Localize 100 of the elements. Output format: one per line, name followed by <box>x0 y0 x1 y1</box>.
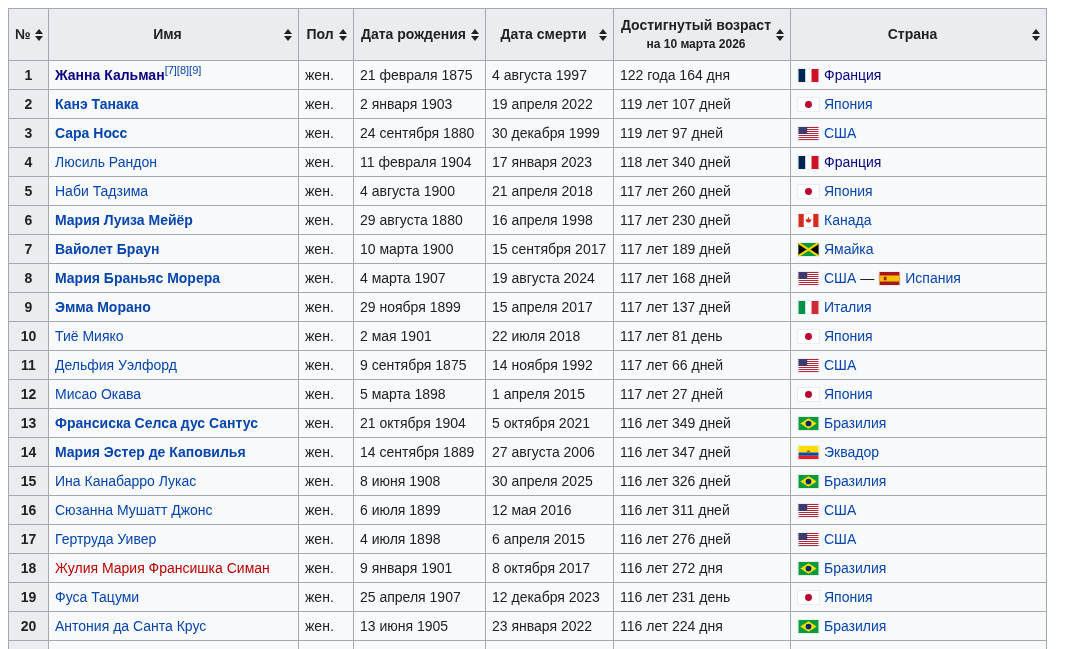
person-link[interactable]: Люсиль Рандон <box>55 153 157 170</box>
sex-cell: жен. <box>298 263 354 293</box>
sex-cell: жен. <box>298 147 354 177</box>
birth-date-cell: 29 августа 1880 <box>353 205 486 235</box>
country-link[interactable]: США <box>824 122 857 144</box>
rank-cell: 1 <box>8 60 49 90</box>
person-link[interactable]: Гертруда Уивер <box>55 530 157 547</box>
sex-cell: жен. <box>298 205 354 235</box>
column-header[interactable]: Пол <box>298 8 354 61</box>
rank-cell: 7 <box>8 234 49 264</box>
country-link[interactable]: Япония <box>824 586 873 608</box>
sort-icon[interactable] <box>776 28 784 41</box>
country-link[interactable]: Испания <box>905 267 961 289</box>
death-date-cell: 12 декабря 2023 <box>485 582 614 612</box>
sex-cell: жен. <box>298 495 354 525</box>
sort-icon[interactable] <box>1032 28 1040 41</box>
person-link[interactable]: Жанна Кальман <box>55 66 165 83</box>
person-link[interactable]: Мисао Окава <box>55 385 142 402</box>
reference-link[interactable]: [7] <box>164 64 177 77</box>
birth-date-cell: 29 ноября 1899 <box>353 292 486 322</box>
person-link[interactable]: Дельфия Уэлфорд <box>55 356 177 373</box>
birth-date-cell: 21 октября 1904 <box>353 408 486 438</box>
rank-cell: 16 <box>8 495 49 525</box>
person-link[interactable]: Наби Тадзима <box>55 182 149 199</box>
person-link[interactable]: Сюзанна Мушатт Джонс <box>55 501 213 518</box>
country-link[interactable]: Япония <box>824 383 873 405</box>
age-cell: 117 лет 27 дней <box>613 379 791 409</box>
sort-icon[interactable] <box>284 28 292 41</box>
rank-cell: 3 <box>8 118 49 148</box>
sex-cell: жен. <box>298 60 354 90</box>
sort-icon[interactable] <box>339 28 347 41</box>
column-header[interactable]: № <box>8 8 49 61</box>
person-link[interactable]: Антония да Санта Крус <box>55 617 207 634</box>
country-link[interactable]: Япония <box>824 180 873 202</box>
rank-cell: 17 <box>8 524 49 554</box>
sort-icon[interactable] <box>34 28 43 41</box>
birth-date-cell: 21 февраля 1875 <box>353 60 486 90</box>
reference-link[interactable]: [9] <box>189 64 202 77</box>
country-link[interactable]: Бразилия <box>824 557 887 579</box>
sex-cell: жен. <box>298 234 354 264</box>
death-date-cell: 22 июля 2018 <box>485 321 614 351</box>
country-link[interactable]: США <box>824 354 857 376</box>
person-link[interactable]: Ина Канабарро Лукас <box>55 472 197 489</box>
country-link[interactable]: Ямайка <box>824 238 874 260</box>
person-link[interactable]: Эмма Морано <box>55 298 151 315</box>
birth-date-cell: 4 марта 1907 <box>353 263 486 293</box>
separator-dash: — <box>860 268 875 288</box>
age-cell: 116 лет 224 дня <box>613 611 791 641</box>
age-cell: 117 лет 66 дней <box>613 350 791 380</box>
column-header[interactable]: Дата рождения <box>353 8 486 61</box>
column-header[interactable]: Страна <box>790 8 1047 61</box>
country-link[interactable]: Эквадор <box>824 441 879 463</box>
age-cell: 122 года 164 дня <box>613 60 791 90</box>
sex-cell: жен. <box>298 524 354 554</box>
person-link[interactable]: Сара Носс <box>55 124 128 141</box>
death-date-cell: 1 апреля 2015 <box>485 379 614 409</box>
sex-cell: жен. <box>298 582 354 612</box>
country-link[interactable]: США <box>824 528 857 550</box>
birth-date-cell: 6 июля 1899 <box>353 495 486 525</box>
person-link[interactable]: Фуса Тацуми <box>55 588 140 605</box>
person-link[interactable]: Мария Эстер де Каповилья <box>55 443 246 460</box>
column-header[interactable]: Дата смерти <box>485 8 614 61</box>
birth-date-cell: 25 апреля 1907 <box>353 582 486 612</box>
sort-icon[interactable] <box>599 28 607 41</box>
birth-date-cell: 8 июня 1908 <box>353 466 486 496</box>
death-date-cell: 8 октября 2017 <box>485 553 614 583</box>
country-link[interactable]: Франция <box>824 64 882 86</box>
column-header[interactable]: Достигнутый возраст на 10 марта 2026 <box>613 8 791 61</box>
country-link[interactable]: Италия <box>824 296 872 318</box>
birth-date-cell: 2 мая 1901 <box>353 321 486 351</box>
sex-cell: жен. <box>298 553 354 583</box>
person-link[interactable]: Жулия Мария Франсишка Симан <box>55 559 270 576</box>
sort-icon[interactable] <box>471 28 479 41</box>
country-link[interactable]: Бразилия <box>824 412 887 434</box>
person-link[interactable]: Мария Браньяс Морера <box>55 269 221 286</box>
country-link[interactable]: Япония <box>824 93 873 115</box>
person-link[interactable]: Вайолет Браун <box>55 240 160 257</box>
sex-cell: жен. <box>298 437 354 467</box>
country-link[interactable]: Бразилия <box>824 470 887 492</box>
person-link[interactable]: Франсиска Селса дус Сантус <box>55 414 258 431</box>
death-date-cell: 19 августа 2024 <box>485 263 614 293</box>
age-cell: 116 лет 272 дня <box>613 553 791 583</box>
rank-cell: 6 <box>8 205 49 235</box>
country-link[interactable]: Канада <box>824 209 872 231</box>
country-link[interactable]: Франция <box>824 151 882 173</box>
country-link[interactable]: Бразилия <box>824 615 887 637</box>
reference-link[interactable]: [8] <box>176 64 190 77</box>
person-link[interactable]: Мария Луиза Мейёр <box>55 211 193 228</box>
sex-cell: жен. <box>298 321 354 351</box>
column-header[interactable]: Имя <box>48 8 299 61</box>
rank-cell: 2 <box>8 89 49 119</box>
sex-cell: жен. <box>298 89 354 119</box>
country-link[interactable]: США <box>824 267 857 289</box>
age-cell: 118 лет 340 дней <box>613 147 791 177</box>
age-cell: 119 лет 107 дней <box>613 89 791 119</box>
sex-cell: жен. <box>298 379 354 409</box>
person-link[interactable]: Тиё Мияко <box>55 327 124 344</box>
person-link[interactable]: Канэ Танака <box>55 95 139 112</box>
country-link[interactable]: США <box>824 499 857 521</box>
country-link[interactable]: Япония <box>824 325 873 347</box>
